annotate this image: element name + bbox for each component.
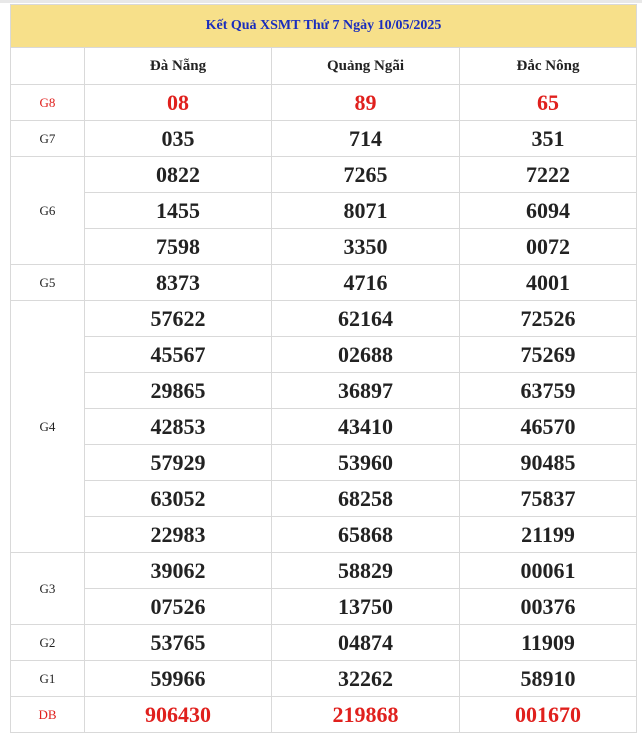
result-number: 1455 bbox=[84, 192, 272, 229]
result-number: 21199 bbox=[459, 516, 637, 553]
result-number: 7222 bbox=[459, 156, 637, 193]
result-number: 00376 bbox=[459, 588, 637, 625]
result-number: 714 bbox=[271, 120, 460, 157]
result-number: 53765 bbox=[84, 624, 272, 661]
result-number: 65868 bbox=[271, 516, 460, 553]
top-strip bbox=[0, 0, 642, 3]
result-number: 57622 bbox=[84, 300, 272, 337]
prize-row: 63052 68258 75837 bbox=[11, 480, 637, 517]
result-number: 13750 bbox=[271, 588, 460, 625]
prize-row: 07526 13750 00376 bbox=[11, 588, 637, 625]
result-number: 57929 bbox=[84, 444, 272, 481]
result-number: 46570 bbox=[459, 408, 637, 445]
prize-row: G4 57622 62164 72526 bbox=[10, 300, 637, 553]
prize-header-cell bbox=[10, 47, 85, 85]
result-number: 58910 bbox=[459, 660, 637, 697]
prize-row: G2 53765 04874 11909 bbox=[10, 624, 637, 661]
result-number: 53960 bbox=[271, 444, 460, 481]
result-number: 8373 bbox=[84, 264, 272, 301]
result-number: 219868 bbox=[271, 696, 460, 733]
result-number: 7265 bbox=[271, 156, 460, 193]
result-number: 07526 bbox=[84, 588, 272, 625]
prize-row: G5 8373 4716 4001 bbox=[10, 264, 637, 301]
result-number: 90485 bbox=[459, 444, 637, 481]
result-number: 72526 bbox=[459, 300, 637, 337]
prize-row: 45567 02688 75269 bbox=[11, 336, 637, 373]
result-number: 36897 bbox=[271, 372, 460, 409]
results-title: Kết Quả XSMT Thứ 7 Ngày 10/05/2025 bbox=[10, 4, 637, 48]
result-number: 42853 bbox=[84, 408, 272, 445]
result-number: 63759 bbox=[459, 372, 637, 409]
result-number: 65 bbox=[459, 84, 637, 121]
prize-row: 7598 3350 0072 bbox=[11, 228, 637, 265]
prize-row: 42853 43410 46570 bbox=[11, 408, 637, 445]
result-number: 351 bbox=[459, 120, 637, 157]
prize-row: 22983 65868 21199 bbox=[11, 516, 637, 553]
result-number: 39062 bbox=[84, 552, 272, 589]
lottery-results-table: Kết Quả XSMT Thứ 7 Ngày 10/05/2025 Đà Nẵ… bbox=[10, 4, 637, 733]
prize-row: G1 59966 32262 58910 bbox=[10, 660, 637, 697]
result-number: 29865 bbox=[84, 372, 272, 409]
prize-label: G5 bbox=[10, 264, 85, 301]
prize-label: G3 bbox=[10, 552, 85, 625]
prize-label: G4 bbox=[10, 300, 85, 553]
result-number: 59966 bbox=[84, 660, 272, 697]
result-number: 68258 bbox=[271, 480, 460, 517]
result-number: 906430 bbox=[84, 696, 272, 733]
prize-row: 29865 36897 63759 bbox=[11, 372, 637, 409]
province-header: Quảng Ngãi bbox=[271, 47, 460, 85]
result-number: 02688 bbox=[271, 336, 460, 373]
result-number: 63052 bbox=[84, 480, 272, 517]
result-number: 43410 bbox=[271, 408, 460, 445]
prize-row: G8 08 89 65 bbox=[10, 84, 637, 121]
prize-row: G3 39062 58829 00061 bbox=[10, 552, 637, 625]
result-number: 89 bbox=[271, 84, 460, 121]
result-number: 4001 bbox=[459, 264, 637, 301]
result-number: 001670 bbox=[459, 696, 637, 733]
result-number: 22983 bbox=[84, 516, 272, 553]
prize-row: 57929 53960 90485 bbox=[11, 444, 637, 481]
province-header: Đà Nẵng bbox=[84, 47, 272, 85]
result-number: 8071 bbox=[271, 192, 460, 229]
result-number: 75269 bbox=[459, 336, 637, 373]
result-number: 62164 bbox=[271, 300, 460, 337]
prize-label: G6 bbox=[10, 156, 85, 265]
result-number: 58829 bbox=[271, 552, 460, 589]
result-number: 00061 bbox=[459, 552, 637, 589]
province-header-row: Đà Nẵng Quảng Ngãi Đắc Nông bbox=[10, 47, 637, 85]
result-number: 75837 bbox=[459, 480, 637, 517]
prize-row: 1455 8071 6094 bbox=[11, 192, 637, 229]
result-number: 04874 bbox=[271, 624, 460, 661]
result-number: 7598 bbox=[84, 228, 272, 265]
prize-row: G7 035 714 351 bbox=[10, 120, 637, 157]
result-number: 0822 bbox=[84, 156, 272, 193]
result-number: 3350 bbox=[271, 228, 460, 265]
prize-row: G6 0822 7265 7222 bbox=[10, 156, 637, 265]
result-number: 035 bbox=[84, 120, 272, 157]
prize-label: G8 bbox=[10, 84, 85, 121]
prize-row: DB 906430 219868 001670 bbox=[10, 696, 637, 733]
result-number: 0072 bbox=[459, 228, 637, 265]
title-row: Kết Quả XSMT Thứ 7 Ngày 10/05/2025 bbox=[10, 4, 637, 48]
result-number: 4716 bbox=[271, 264, 460, 301]
result-number: 08 bbox=[84, 84, 272, 121]
prize-label: G7 bbox=[10, 120, 85, 157]
prize-label: G1 bbox=[10, 660, 85, 697]
result-number: 11909 bbox=[459, 624, 637, 661]
prize-label: G2 bbox=[10, 624, 85, 661]
result-number: 32262 bbox=[271, 660, 460, 697]
result-number: 6094 bbox=[459, 192, 637, 229]
province-header: Đắc Nông bbox=[459, 47, 637, 85]
prize-label: DB bbox=[10, 696, 85, 733]
result-number: 45567 bbox=[84, 336, 272, 373]
